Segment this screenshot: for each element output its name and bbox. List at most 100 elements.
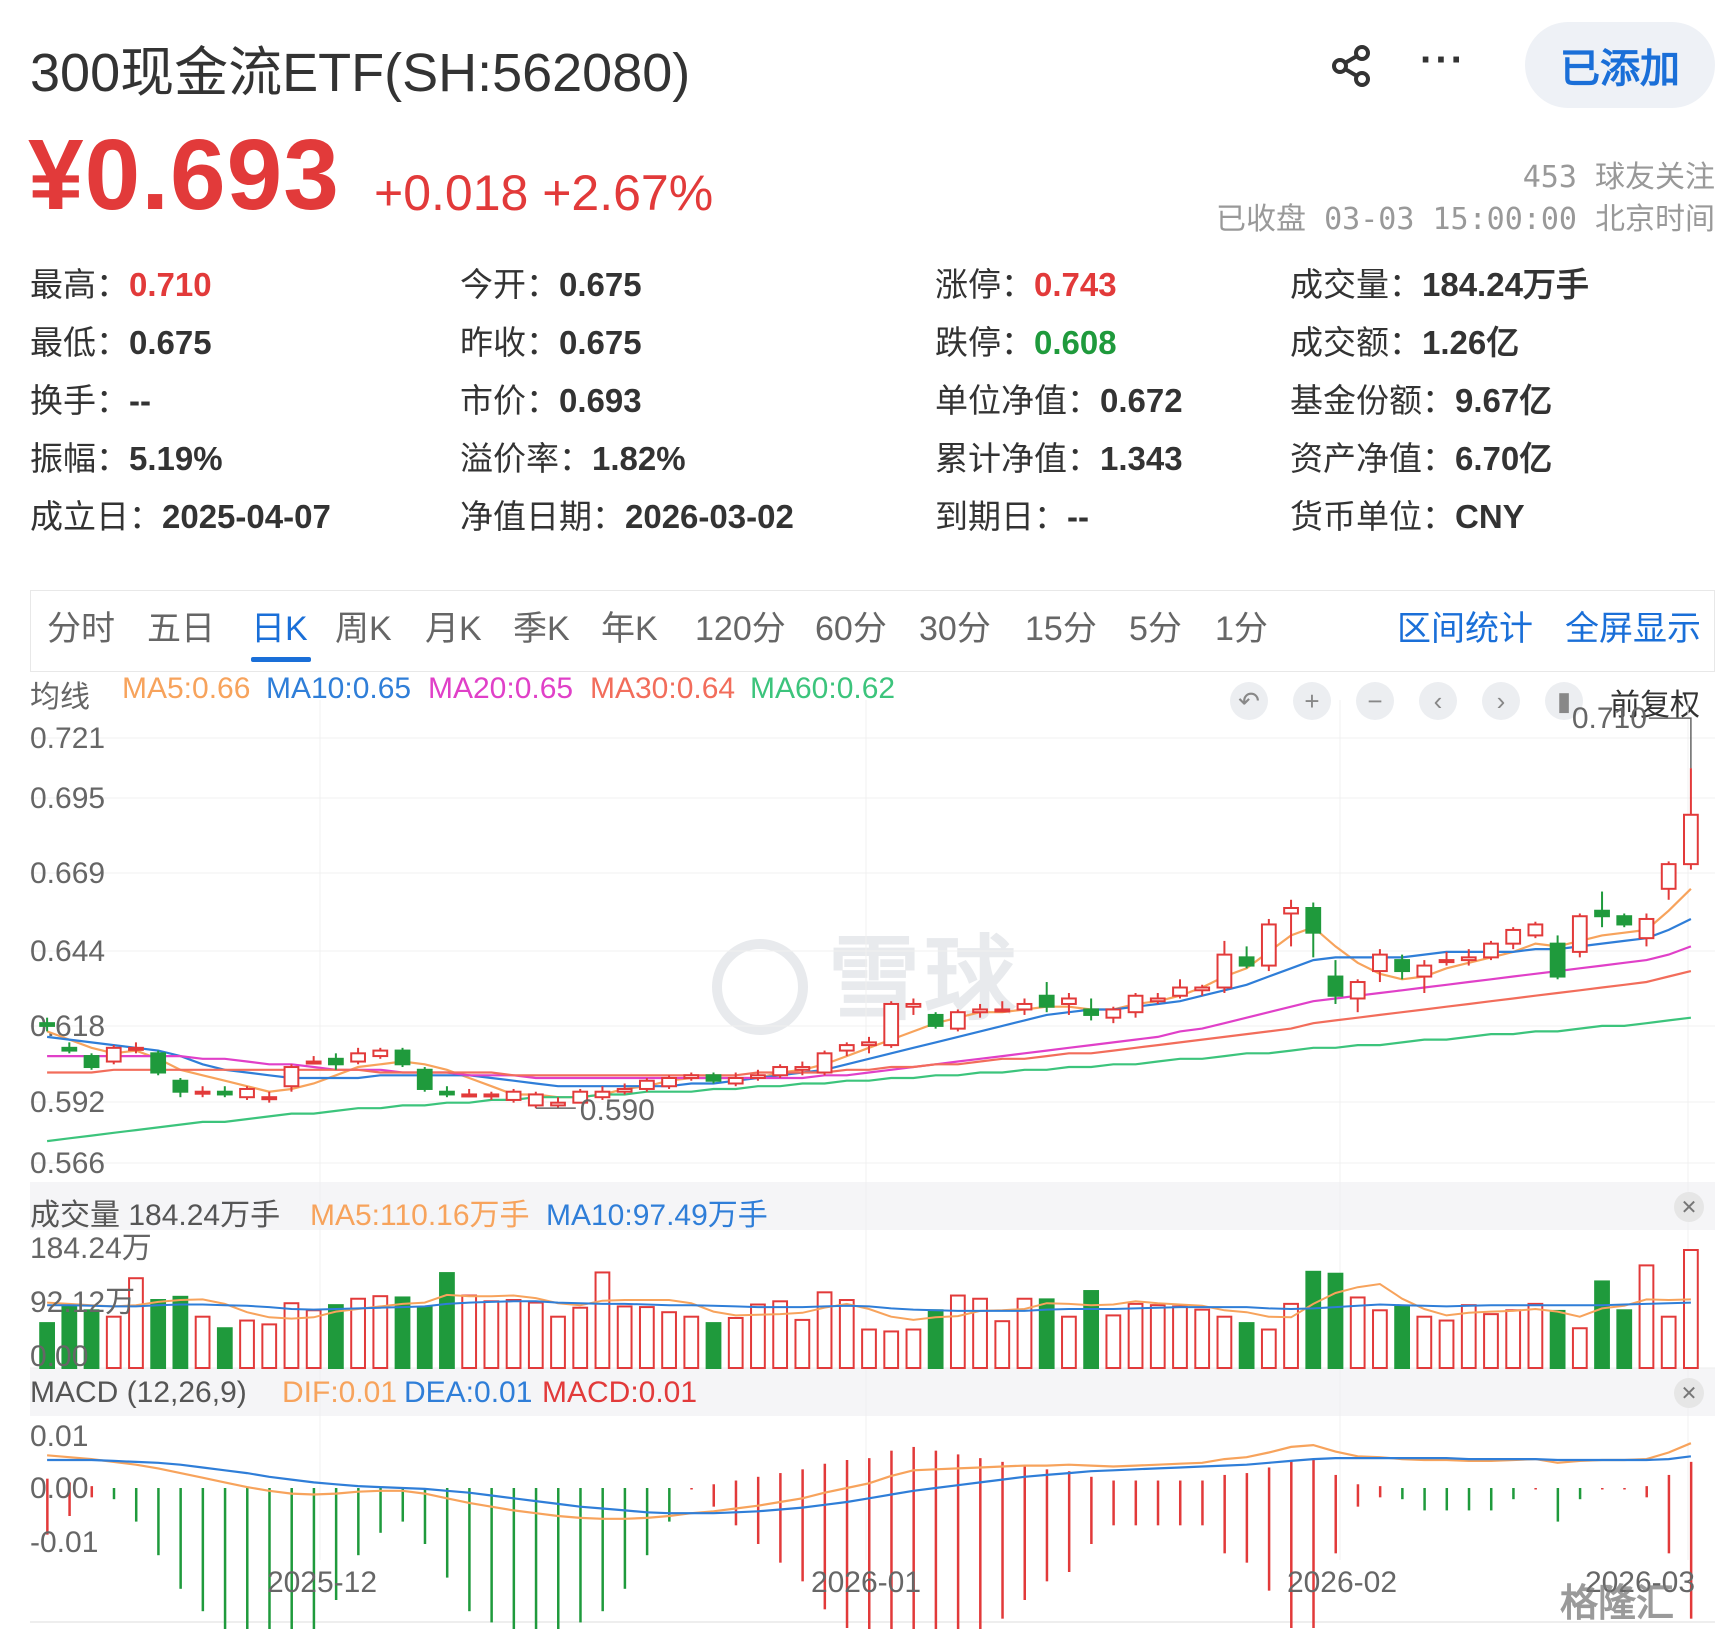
macd-histogram-bar [246,1488,249,1629]
macd-histogram-bar [690,1488,693,1490]
volume-bar [816,1291,833,1369]
candle-body [1016,1002,1033,1011]
candle-body [150,1052,167,1074]
macd-histogram-bar [268,1488,271,1629]
volume-bar [527,1301,544,1369]
macd-histogram-bar [1045,1469,1049,1582]
price-axis-tick: 0.695 [30,782,105,815]
volume-bar [1527,1302,1544,1369]
macd-histogram-bar [201,1488,205,1612]
price-axis-tick: 0.566 [30,1147,105,1180]
volume-bar [172,1295,189,1369]
volume-bar [239,1319,255,1369]
volume-bar [1660,1315,1677,1370]
macd-dea-legend: DEA:0.01 [404,1376,533,1409]
candle-body [994,1008,1011,1013]
candle-body [1638,917,1655,940]
macd-histogram-bar [490,1488,493,1623]
candle-body [1061,997,1077,1005]
macd-histogram-bar [734,1480,738,1526]
candle-body [1416,964,1433,978]
volume-bar [1194,1308,1211,1370]
candle-body [683,1074,700,1079]
macd-histogram-bar [1334,1474,1337,1554]
macd-histogram-bar [579,1488,582,1623]
candle-body [638,1079,655,1090]
volume-bar [1260,1328,1277,1369]
candlestick-chart[interactable]: 0.7210.6950.6690.6440.6180.5920.5660.710… [0,0,1725,1629]
candle-body [972,1008,988,1014]
candle-body [439,1090,455,1096]
volume-ma5-legend: MA5:110.16万手 [310,1199,530,1232]
volume-bar [1394,1305,1411,1370]
volume-bar [1372,1309,1388,1369]
macd-histogram-bar [1401,1488,1404,1500]
volume-bar [861,1328,877,1369]
max-price-leader [1648,717,1692,769]
volume-bar [1061,1315,1077,1370]
volume-bar [972,1297,988,1370]
candle-body [327,1057,344,1066]
volume-bar [572,1306,589,1370]
volume-bar [505,1299,522,1369]
candle-body [105,1046,122,1063]
candle-body [1549,942,1566,978]
volume-bar [1127,1302,1144,1369]
candle-body [1505,928,1522,945]
candle-body [527,1093,544,1107]
candle-body [350,1052,366,1063]
volume-bar [1460,1304,1477,1370]
candle-body [61,1046,78,1052]
macd-histogram-bar [623,1488,627,1589]
volume-bar [794,1318,811,1370]
candle-body [1172,986,1188,997]
macd-histogram-bar [1156,1480,1160,1526]
candle-body [883,1002,900,1047]
min-price-label: 0.590 [580,1094,655,1127]
macd-histogram-bar [468,1488,471,1612]
candle-body [1394,959,1411,973]
candle-body [261,1096,278,1101]
volume-axis-tick: 92.12万 [30,1286,135,1319]
volume-bar [439,1272,455,1369]
volume-bar [616,1305,633,1370]
macd-histogram-bar [1601,1488,1604,1490]
candle-body [794,1066,811,1071]
macd-histogram-bar [779,1473,782,1563]
ma-line-ma10 [46,918,1692,1088]
volume-bar [1149,1304,1166,1370]
macd-histogram-bar [1445,1488,1449,1511]
candle-body [1238,956,1255,967]
candle-body [83,1055,100,1069]
macd-value-legend: MACD:0.01 [542,1376,698,1409]
volume-bar [705,1322,722,1369]
candle-body [1372,953,1388,973]
candle-body [905,1002,922,1008]
volume-bar [638,1306,655,1369]
macd-histogram-bar [423,1488,427,1544]
volume-bar [1438,1319,1455,1369]
macd-histogram-bar [1667,1474,1671,1554]
macd-axis-tick: 0.00 [30,1472,88,1505]
volume-bar [905,1328,922,1369]
candle-body [727,1077,744,1085]
close-volume-panel-button[interactable]: ✕ [1674,1192,1704,1222]
macd-histogram-bar [290,1488,293,1629]
volume-bar [772,1300,789,1369]
candle-body [1438,959,1455,964]
macd-histogram-bar [1467,1488,1471,1511]
volume-bar [1594,1280,1610,1370]
candle-body [505,1090,522,1101]
candle-body [416,1068,433,1090]
close-macd-panel-button[interactable]: ✕ [1674,1378,1704,1408]
stock-quote-page: { "header": { "title": "300现金流ETF(SH:562… [0,0,1725,1629]
candle-body [1483,942,1499,959]
candle-body [283,1066,300,1088]
macd-histogram-bar [90,1486,94,1498]
macd-histogram-bar [1090,1476,1093,1544]
macd-histogram-bar [1112,1480,1115,1526]
candle-body [616,1087,633,1093]
candle-body [861,1041,877,1047]
macd-histogram-bar [1245,1473,1249,1563]
macd-legend-label: MACD (12,26,9) [30,1376,247,1409]
